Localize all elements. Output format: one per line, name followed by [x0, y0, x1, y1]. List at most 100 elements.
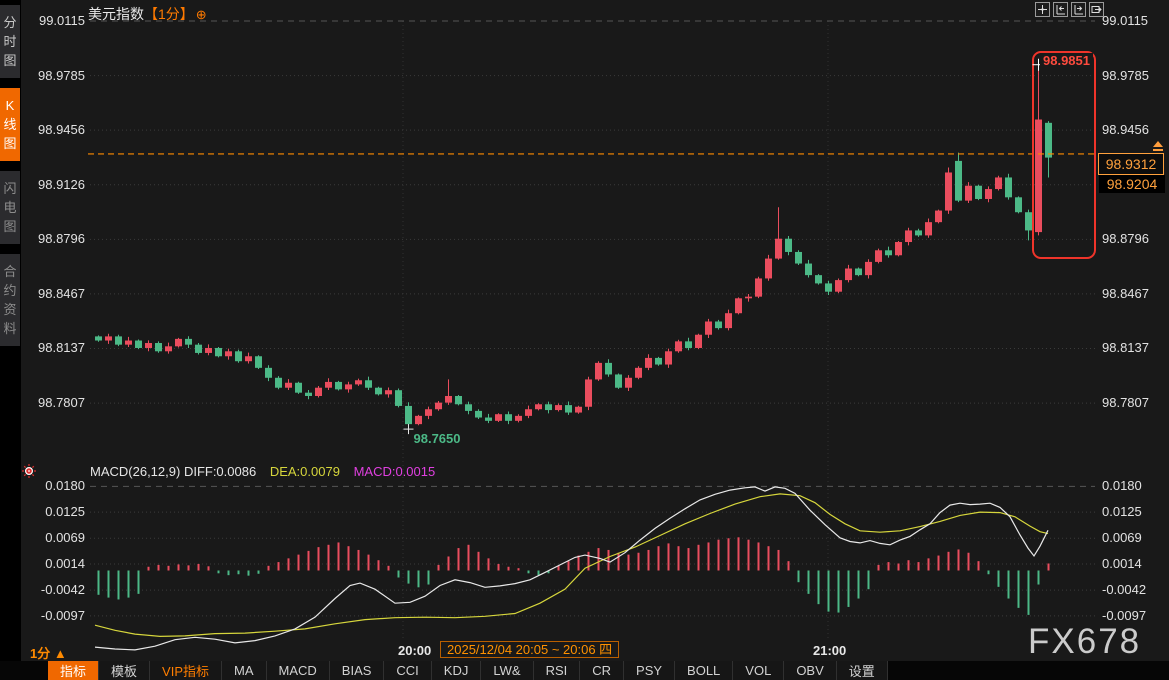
candle — [815, 275, 822, 283]
candle — [1045, 123, 1052, 158]
candle — [735, 298, 742, 313]
selection-box — [1033, 52, 1095, 258]
candle — [105, 336, 112, 340]
candle — [375, 388, 382, 395]
macd-axis-label: 0.0014 — [1102, 556, 1142, 571]
candle — [205, 348, 212, 353]
candle — [515, 416, 522, 421]
candle — [565, 405, 572, 412]
candle — [485, 418, 492, 421]
candle — [835, 280, 842, 292]
interval-tag: 【1分】 — [144, 6, 194, 22]
candle — [725, 313, 732, 328]
selection-high-price-tag: 98.9851 — [1040, 53, 1093, 68]
candle — [175, 339, 182, 346]
candle — [855, 269, 862, 276]
candle — [305, 393, 312, 396]
candle — [235, 351, 242, 361]
candle — [505, 414, 512, 421]
sidebar-item-timeline-chart[interactable]: 分时图 — [0, 5, 20, 78]
time-tick-2000: 20:00 — [398, 643, 431, 658]
y-axis-label: 98.8137 — [1102, 340, 1149, 355]
candle — [335, 382, 342, 389]
chart-canvas[interactable] — [0, 0, 1169, 662]
candle — [1035, 120, 1042, 233]
candle — [185, 339, 192, 345]
macd-diff-value: DIFF:0.0086 — [184, 464, 256, 479]
toolbar-button[interactable]: BOLL — [675, 661, 733, 680]
toolbar-button[interactable]: MACD — [267, 661, 330, 680]
y-axis-label: 98.8796 — [1102, 231, 1149, 246]
candle — [395, 390, 402, 406]
candle — [475, 411, 482, 418]
crosshair-tool-icon[interactable] — [1035, 2, 1050, 17]
macd-axis-label: 0.0125 — [1102, 504, 1142, 519]
sidebar-item-candlestick-chart[interactable]: K线图 — [0, 88, 20, 161]
candle — [135, 341, 142, 348]
y-axis-label: 99.0115 — [1102, 13, 1148, 28]
toolbar-button[interactable]: BIAS — [330, 661, 385, 680]
candle — [115, 336, 122, 344]
toolbar-button[interactable]: RSI — [534, 661, 581, 680]
candle — [945, 172, 952, 210]
candle — [215, 348, 222, 356]
candle — [985, 189, 992, 199]
candle — [955, 161, 962, 201]
sidebar-item-lightning-chart[interactable]: 闪电图 — [0, 171, 20, 244]
candle — [755, 278, 762, 296]
macd-macd-value: MACD:0.0015 — [354, 464, 436, 479]
pan-latest-icon[interactable] — [1089, 2, 1104, 17]
candle — [425, 409, 432, 416]
toolbar-button[interactable]: CCI — [384, 661, 431, 680]
trading-app-window: 分时图 K线图 闪电图 合约资料 美元指数【1分】⊕ 99.011598.978… — [0, 0, 1169, 680]
indicator-anchor-icon — [21, 463, 37, 479]
candle — [585, 379, 592, 406]
up-triangle-icon — [1153, 141, 1163, 147]
scroll-to-latest-icon[interactable] — [1151, 141, 1165, 153]
toolbar-button[interactable]: 设置 — [837, 661, 888, 680]
candle — [365, 380, 372, 387]
diff-line — [95, 487, 1048, 650]
macd-axis-label: -0.0042 — [1102, 582, 1146, 597]
candle — [995, 177, 1002, 189]
macd-params: MACD(26,12,9) — [90, 464, 180, 479]
candle — [765, 259, 772, 279]
expand-icon[interactable]: ⊕ — [196, 7, 207, 22]
scale-expand-icon[interactable] — [1071, 2, 1086, 17]
candle — [645, 358, 652, 368]
toolbar-button[interactable]: MA — [222, 661, 267, 680]
candle — [435, 403, 442, 410]
candle — [675, 341, 682, 351]
candle — [255, 356, 262, 368]
toolbar-button[interactable]: OBV — [784, 661, 836, 680]
toolbar-button[interactable]: 指标 — [48, 661, 99, 680]
macd-dea-value: DEA:0.0079 — [270, 464, 340, 479]
candle — [695, 335, 702, 348]
candle — [895, 242, 902, 255]
candle — [825, 283, 832, 291]
candle — [845, 269, 852, 281]
candle — [615, 374, 622, 387]
toolbar-button[interactable]: LW& — [481, 661, 533, 680]
toolbar-button[interactable]: KDJ — [432, 661, 482, 680]
candle — [355, 380, 362, 384]
sidebar-item-contract-info[interactable]: 合约资料 — [0, 254, 20, 346]
candle — [965, 186, 972, 201]
candle — [195, 345, 202, 353]
toolbar-button[interactable]: 模板 — [99, 661, 150, 680]
dea-line — [95, 494, 1048, 637]
candle — [705, 321, 712, 334]
candle — [805, 264, 812, 276]
timeframe-selector[interactable]: 1分 ▲ — [30, 643, 67, 662]
candle — [405, 406, 412, 424]
scale-compress-icon[interactable] — [1053, 2, 1068, 17]
candle — [495, 414, 502, 421]
candle — [165, 346, 172, 351]
toolbar-button[interactable]: CR — [580, 661, 624, 680]
prev-close-price-tag: 98.9204 — [1099, 175, 1165, 193]
toolbar-button[interactable]: VIP指标 — [150, 661, 222, 680]
indicator-toolbar: 指标模板VIP指标MAMACDBIASCCIKDJLW&RSICRPSYBOLL… — [0, 661, 1169, 680]
toolbar-button[interactable]: VOL — [733, 661, 784, 680]
toolbar-button[interactable]: PSY — [624, 661, 675, 680]
symbol-name: 美元指数 — [88, 6, 144, 22]
